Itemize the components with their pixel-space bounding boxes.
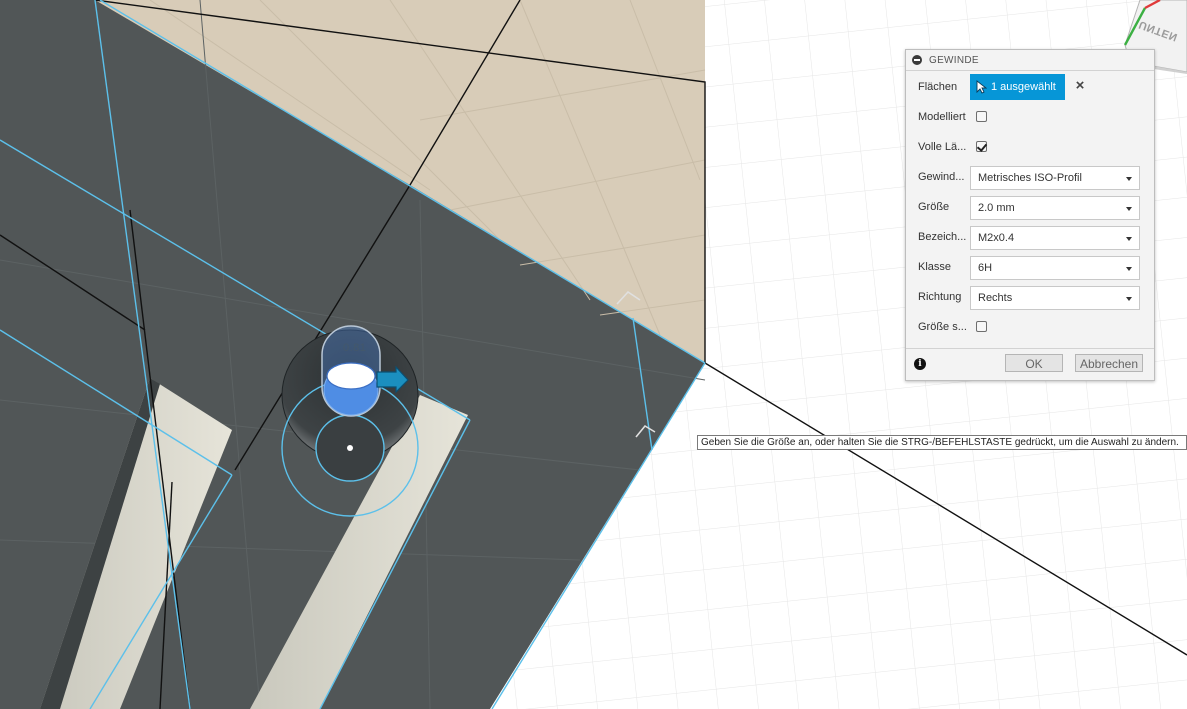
thread-type-value: Metrisches ISO-Profil [978, 172, 1082, 184]
row-full-length: Volle Lä... [906, 133, 1154, 163]
chevron-down-icon [1126, 267, 1132, 271]
thread-preview-top [326, 362, 376, 390]
full-length-checkbox[interactable] [976, 141, 987, 152]
row-designation: Bezeich... M2x0.4 [906, 223, 1154, 253]
class-label: Klasse [918, 261, 952, 273]
cancel-button[interactable]: Abbrechen [1075, 354, 1143, 372]
thread-dialog: GEWINDE Flächen 1 ausgewählt × Modellier… [905, 49, 1155, 381]
full-length-label: Volle Lä... [918, 141, 967, 153]
thread-type-select[interactable]: Metrisches ISO-Profil [970, 166, 1140, 190]
direction-label: Richtung [918, 291, 962, 303]
row-size-save: Größe s... [906, 313, 1154, 343]
direction-select[interactable]: Rechts [970, 286, 1140, 310]
hole-center-dot [347, 445, 353, 451]
modeled-label: Modelliert [918, 111, 966, 123]
thread-measure-label: 0.81 [343, 342, 367, 354]
class-value: 6H [978, 262, 993, 274]
size-value: 2.0 mm [978, 202, 1015, 214]
clear-selection-icon[interactable]: × [1073, 78, 1087, 93]
row-class: Klasse 6H [906, 253, 1154, 283]
faces-label: Flächen [918, 81, 958, 93]
designation-label: Bezeich... [918, 231, 967, 243]
dialog-header[interactable]: GEWINDE [906, 50, 1154, 71]
class-select[interactable]: 6H [970, 256, 1140, 280]
size-save-label: Größe s... [918, 321, 967, 333]
dialog-footer: i OK Abbrechen [906, 348, 1154, 381]
row-direction: Richtung Rechts [906, 283, 1154, 313]
row-modeled: Modelliert [906, 103, 1154, 133]
info-icon[interactable]: i [914, 358, 926, 370]
tooltip: Geben Sie die Größe an, oder halten Sie … [697, 435, 1187, 450]
chevron-down-icon [1126, 237, 1132, 241]
direction-value: Rechts [978, 292, 1013, 304]
thread-type-label: Gewind... [918, 171, 965, 183]
size-select[interactable]: 2.0 mm [970, 196, 1140, 220]
chevron-down-icon [1126, 177, 1132, 181]
row-faces: Flächen 1 ausgewählt × [906, 73, 1154, 103]
row-size: Größe 2.0 mm [906, 193, 1154, 223]
dialog-title: GEWINDE [929, 54, 979, 66]
modeled-checkbox[interactable] [976, 111, 987, 122]
chevron-down-icon [1126, 207, 1132, 211]
size-save-checkbox[interactable] [976, 321, 987, 332]
cursor-icon [976, 80, 987, 94]
ok-button[interactable]: OK [1005, 354, 1063, 372]
row-thread-type: Gewind... Metrisches ISO-Profil [906, 163, 1154, 193]
collapse-icon[interactable] [912, 55, 922, 65]
chevron-down-icon [1126, 297, 1132, 301]
designation-select[interactable]: M2x0.4 [970, 226, 1140, 250]
faces-selection-label: 1 ausgewählt [991, 81, 1056, 93]
faces-selection-button[interactable]: 1 ausgewählt [970, 74, 1065, 100]
size-label: Größe [918, 201, 950, 213]
designation-value: M2x0.4 [978, 232, 1015, 244]
